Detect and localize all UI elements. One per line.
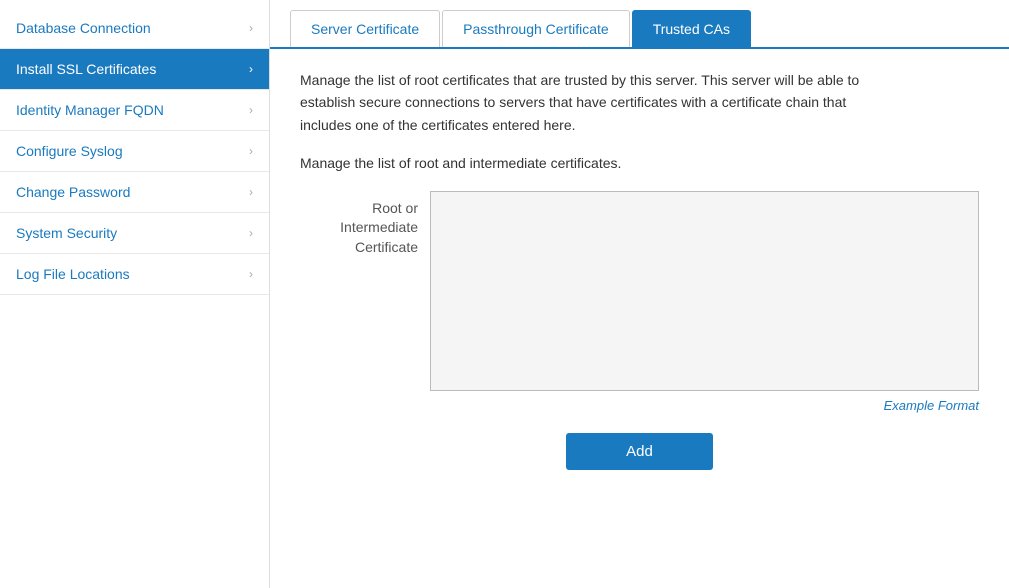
description-text-2: Manage the list of root and intermediate…	[300, 152, 880, 174]
sidebar-item-label: Log File Locations	[16, 266, 130, 282]
certificate-textarea[interactable]	[430, 191, 979, 391]
sidebar-item-identity-manager-fqdn[interactable]: Identity Manager FQDN ›	[0, 90, 269, 131]
sidebar-item-install-ssl-certificates[interactable]: Install SSL Certificates ›	[0, 49, 269, 90]
sidebar-item-system-security[interactable]: System Security ›	[0, 213, 269, 254]
chevron-right-icon: ›	[249, 103, 253, 117]
sidebar-item-label: Install SSL Certificates	[16, 61, 156, 77]
description-text-1: Manage the list of root certificates tha…	[300, 69, 880, 136]
certificate-field: Example Format	[430, 191, 979, 413]
certificate-form-row: Root or Intermediate Certificate Example…	[300, 191, 979, 413]
tab-bar: Server Certificate Passthrough Certifica…	[270, 10, 1009, 49]
chevron-right-icon: ›	[249, 144, 253, 158]
add-button-row: Add	[300, 413, 979, 480]
tab-trusted-cas[interactable]: Trusted CAs	[632, 10, 751, 47]
sidebar-item-database-connection[interactable]: Database Connection ›	[0, 8, 269, 49]
certificate-label: Root or Intermediate Certificate	[300, 191, 430, 258]
content-area: Manage the list of root certificates tha…	[270, 49, 1009, 588]
sidebar-item-change-password[interactable]: Change Password ›	[0, 172, 269, 213]
chevron-right-icon: ›	[249, 226, 253, 240]
sidebar-item-configure-syslog[interactable]: Configure Syslog ›	[0, 131, 269, 172]
add-button[interactable]: Add	[566, 433, 713, 470]
sidebar-item-label: System Security	[16, 225, 117, 241]
chevron-right-icon: ›	[249, 21, 253, 35]
chevron-right-icon: ›	[249, 62, 253, 76]
sidebar-item-log-file-locations[interactable]: Log File Locations ›	[0, 254, 269, 295]
sidebar-item-label: Database Connection	[16, 20, 151, 36]
sidebar: Database Connection › Install SSL Certif…	[0, 0, 270, 588]
example-format-link[interactable]: Example Format	[430, 398, 979, 413]
main-content: Server Certificate Passthrough Certifica…	[270, 0, 1009, 588]
tab-passthrough-certificate[interactable]: Passthrough Certificate	[442, 10, 630, 47]
sidebar-item-label: Change Password	[16, 184, 130, 200]
tab-server-certificate[interactable]: Server Certificate	[290, 10, 440, 47]
sidebar-item-label: Identity Manager FQDN	[16, 102, 164, 118]
sidebar-item-label: Configure Syslog	[16, 143, 123, 159]
chevron-right-icon: ›	[249, 185, 253, 199]
chevron-right-icon: ›	[249, 267, 253, 281]
